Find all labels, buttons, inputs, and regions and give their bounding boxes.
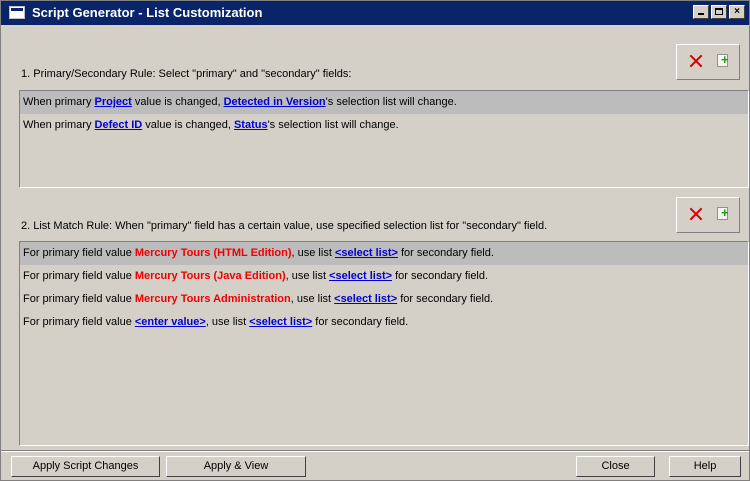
window-title: Script Generator - List Customization: [32, 5, 263, 20]
rule2-toolbar: [676, 197, 740, 233]
select-list-link[interactable]: <select list>: [249, 316, 312, 328]
add-rule-icon[interactable]: [717, 52, 729, 67]
footer-divider: [1, 450, 749, 452]
primary-value-link[interactable]: Mercury Tours (Java Edition): [135, 270, 286, 282]
select-list-link[interactable]: <select list>: [334, 293, 397, 305]
rule1-row[interactable]: When primary Project value is changed, D…: [20, 91, 748, 114]
delete-icon[interactable]: [689, 207, 703, 221]
rule2-row[interactable]: For primary field value Mercury Tours (J…: [20, 265, 748, 288]
secondary-field-link[interactable]: Detected in Version: [224, 96, 326, 108]
primary-field-link[interactable]: Defect ID: [95, 119, 143, 131]
rule2-list: For primary field value Mercury Tours (H…: [19, 241, 749, 446]
rule2-row[interactable]: For primary field value Mercury Tours (H…: [20, 242, 748, 265]
primary-value-link[interactable]: Mercury Tours Administration: [135, 293, 291, 305]
primary-field-link[interactable]: Project: [95, 96, 132, 108]
window-app-icon: [9, 6, 25, 19]
close-window-button[interactable]: ×: [729, 5, 745, 19]
apply-view-button[interactable]: Apply & View: [166, 456, 306, 477]
delete-icon[interactable]: [689, 54, 703, 68]
enter-value-link[interactable]: <enter value>: [135, 316, 206, 328]
rule1-row[interactable]: When primary Defect ID value is changed,…: [20, 114, 748, 137]
title-bar[interactable]: Script Generator - List Customization ×: [1, 1, 749, 25]
primary-value-link[interactable]: Mercury Tours (HTML Edition): [135, 247, 292, 259]
select-list-link[interactable]: <select list>: [329, 270, 392, 282]
rule2-row[interactable]: For primary field value Mercury Tours Ad…: [20, 288, 748, 311]
help-button[interactable]: Help: [669, 456, 741, 477]
add-rule-icon[interactable]: [717, 205, 729, 220]
close-button[interactable]: Close: [576, 456, 655, 477]
select-list-link[interactable]: <select list>: [335, 247, 398, 259]
minimize-button[interactable]: [693, 5, 709, 19]
apply-script-changes-button[interactable]: Apply Script Changes: [11, 456, 160, 477]
rule2-row[interactable]: For primary field value <enter value>, u…: [20, 311, 748, 334]
rule1-list: When primary Project value is changed, D…: [19, 90, 749, 188]
rule1-toolbar: [676, 44, 740, 80]
dialog-window: Script Generator - List Customization × …: [0, 0, 750, 481]
secondary-field-link[interactable]: Status: [234, 119, 268, 131]
rule1-label: 1. Primary/Secondary Rule: Select "prima…: [21, 68, 352, 80]
rule2-label: 2. List Match Rule: When "primary" field…: [21, 220, 548, 232]
maximize-button[interactable]: [711, 5, 727, 19]
